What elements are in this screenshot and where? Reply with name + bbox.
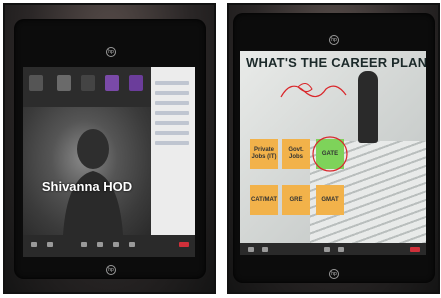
- presenter-silhouette: [63, 129, 123, 235]
- main-video: Shivanna HOD: [23, 107, 151, 235]
- brand-logo-icon: hp: [106, 265, 116, 275]
- annotation-scribble: [280, 83, 347, 98]
- participant-tile: [105, 75, 119, 91]
- record-icon[interactable]: [129, 242, 135, 247]
- call-header: [23, 67, 151, 107]
- share-icon[interactable]: [113, 242, 119, 247]
- option-private-jobs: Private Jobs (IT): [250, 139, 278, 169]
- video-call-screen: Shivanna HOD: [23, 67, 195, 257]
- participant-tile: [57, 75, 71, 91]
- participant-row[interactable]: [155, 121, 189, 125]
- participant-row[interactable]: [155, 81, 189, 85]
- slide-title: WHAT'S THE CAREER PLAN?: [246, 55, 426, 70]
- leave-button[interactable]: [179, 242, 189, 247]
- video-icon[interactable]: [262, 247, 268, 252]
- participant-tile: [81, 75, 95, 91]
- photo-left: hp hp Shivanna HOD: [3, 3, 216, 294]
- participant-row[interactable]: [155, 91, 189, 95]
- chat-icon[interactable]: [97, 242, 103, 247]
- participant-tile: [129, 75, 143, 91]
- chat-icon[interactable]: [338, 247, 344, 252]
- video-icon[interactable]: [47, 242, 53, 247]
- participants-panel: [151, 67, 195, 235]
- photo-right: hp hp WHAT'S THE CAREER PLAN? Private Jo…: [227, 3, 440, 294]
- participant-row[interactable]: [155, 101, 189, 105]
- option-cat-mat: CAT/MAT: [250, 185, 278, 215]
- call-toolbar: [23, 235, 195, 257]
- mute-icon[interactable]: [31, 242, 37, 247]
- participant-row[interactable]: [155, 111, 189, 115]
- participant-row[interactable]: [155, 131, 189, 135]
- brand-logo-icon: hp: [329, 269, 339, 279]
- option-govt-jobs: Govt. Jobs: [282, 139, 310, 169]
- brand-logo-icon: hp: [106, 47, 116, 57]
- presenter-name-label: Shivanna HOD: [41, 179, 133, 194]
- participant-row[interactable]: [155, 141, 189, 145]
- annotation-circle: [312, 136, 348, 172]
- person-climbing-image: [358, 71, 378, 143]
- participants-icon[interactable]: [81, 242, 87, 247]
- brand-logo-icon: hp: [329, 35, 339, 45]
- leave-button[interactable]: [410, 247, 420, 252]
- option-gre: GRE: [282, 185, 310, 215]
- option-gmat: GMAT: [316, 185, 344, 215]
- presentation-toolbar: [240, 243, 426, 255]
- participant-tile: [29, 75, 43, 91]
- share-icon[interactable]: [324, 247, 330, 252]
- presentation-screen: WHAT'S THE CAREER PLAN? Private Jobs (IT…: [240, 51, 426, 255]
- mute-icon[interactable]: [248, 247, 254, 252]
